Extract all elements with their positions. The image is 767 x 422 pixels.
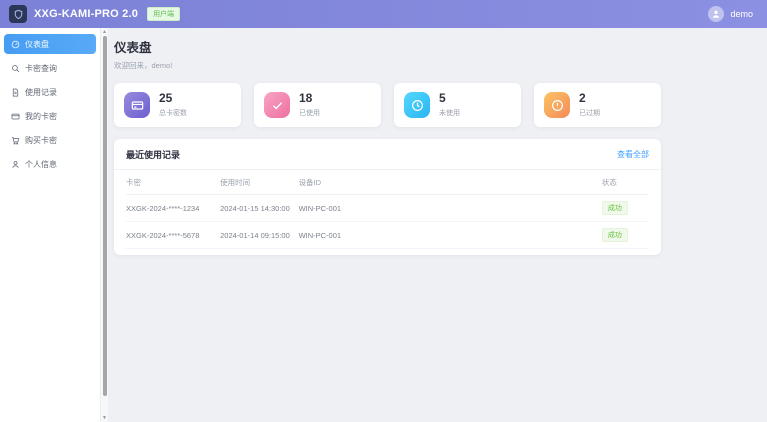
sidebar-item-buy-keys[interactable]: 购买卡密 xyxy=(4,130,96,150)
sidebar-item-label: 我的卡密 xyxy=(25,111,57,122)
document-icon xyxy=(11,88,20,97)
sidebar-item-label: 仪表盘 xyxy=(25,39,49,50)
sidebar-item-usage-records[interactable]: 使用记录 xyxy=(4,82,96,102)
app-logo-shield-icon xyxy=(9,5,27,23)
stat-card-total-keys: 25 总卡密数 xyxy=(114,83,241,127)
view-all-link[interactable]: 查看全部 xyxy=(617,149,649,160)
check-icon xyxy=(264,92,290,118)
stats-row: 25 总卡密数 18 已使用 xyxy=(114,83,661,127)
sidebar-item-profile[interactable]: 个人信息 xyxy=(4,154,96,174)
status-badge: 成功 xyxy=(602,201,628,215)
sidebar-item-label: 使用记录 xyxy=(25,87,57,98)
table-row: XXGK-2024-****-1234 2024-01-15 14:30:00 … xyxy=(126,195,649,222)
scroll-up-arrow-icon[interactable]: ▲ xyxy=(101,28,108,36)
col-header-device: 设备ID xyxy=(299,170,602,195)
cell-time: 2024-01-15 14:30:00 xyxy=(220,195,298,222)
stat-label: 已使用 xyxy=(299,108,320,118)
cell-device: WIN-PC-001 xyxy=(299,222,602,249)
sidebar-item-my-keys[interactable]: 我的卡密 xyxy=(4,106,96,126)
clock-icon xyxy=(404,92,430,118)
status-badge: 成功 xyxy=(602,228,628,242)
panel-title: 最近使用记录 xyxy=(126,148,180,161)
col-header-status: 状态 xyxy=(602,170,649,195)
col-header-time: 使用时间 xyxy=(220,170,298,195)
avatar-user-icon xyxy=(708,6,724,22)
stat-card-expired: 2 已过期 xyxy=(534,83,661,127)
user-icon xyxy=(11,160,20,169)
stat-card-unused: 5 未使用 xyxy=(394,83,521,127)
stat-value: 18 xyxy=(299,92,320,105)
stat-label: 未使用 xyxy=(439,108,460,118)
main-content: 仪表盘 欢迎回来，demo! 25 总卡密数 xyxy=(108,28,767,422)
col-header-key: 卡密 xyxy=(126,170,220,195)
sidebar-item-label: 卡密查询 xyxy=(25,63,57,74)
stat-label: 总卡密数 xyxy=(159,108,187,118)
scrollbar-thumb[interactable] xyxy=(103,36,107,396)
cell-device: WIN-PC-001 xyxy=(299,195,602,222)
stat-value: 5 xyxy=(439,92,460,105)
vertical-scrollbar[interactable]: ▲ ▼ xyxy=(100,28,108,422)
stat-card-used: 18 已使用 xyxy=(254,83,381,127)
app-title: XXG-KAMI-PRO 2.0 xyxy=(34,8,138,20)
recent-usage-panel: 最近使用记录 查看全部 卡密 使用时间 设备ID 状态 xyxy=(114,139,661,255)
stat-value: 2 xyxy=(579,92,600,105)
sidebar-item-dashboard[interactable]: 仪表盘 xyxy=(4,34,96,54)
recent-usage-table: 卡密 使用时间 设备ID 状态 XXGK-2024-****-1234 2024… xyxy=(126,170,649,249)
gauge-icon xyxy=(11,40,20,49)
alert-circle-icon xyxy=(544,92,570,118)
sidebar-item-label: 个人信息 xyxy=(25,159,57,170)
page-title: 仪表盘 xyxy=(114,37,661,56)
top-header: XXG-KAMI-PRO 2.0 用户端 demo xyxy=(0,0,767,28)
stat-label: 已过期 xyxy=(579,108,600,118)
username-label: demo xyxy=(730,9,753,19)
card-icon xyxy=(11,112,20,121)
user-menu[interactable]: demo xyxy=(708,6,753,22)
stat-value: 25 xyxy=(159,92,187,105)
table-row: XXGK-2024-****-5678 2024-01-14 09:15:00 … xyxy=(126,222,649,249)
welcome-message: 欢迎回来，demo! xyxy=(114,60,661,71)
sidebar-nav: 仪表盘 卡密查询 使用记录 我的卡密 购买卡密 个人信息 xyxy=(0,28,100,422)
search-icon xyxy=(11,64,20,73)
cell-key: XXGK-2024-****-1234 xyxy=(126,195,220,222)
cell-key: XXGK-2024-****-5678 xyxy=(126,222,220,249)
sidebar-item-key-query[interactable]: 卡密查询 xyxy=(4,58,96,78)
scroll-down-arrow-icon[interactable]: ▼ xyxy=(101,414,108,422)
cart-icon xyxy=(11,136,20,145)
sidebar-item-label: 购买卡密 xyxy=(25,135,57,146)
cell-time: 2024-01-14 09:15:00 xyxy=(220,222,298,249)
credit-card-icon xyxy=(124,92,150,118)
user-role-badge: 用户端 xyxy=(147,7,180,21)
